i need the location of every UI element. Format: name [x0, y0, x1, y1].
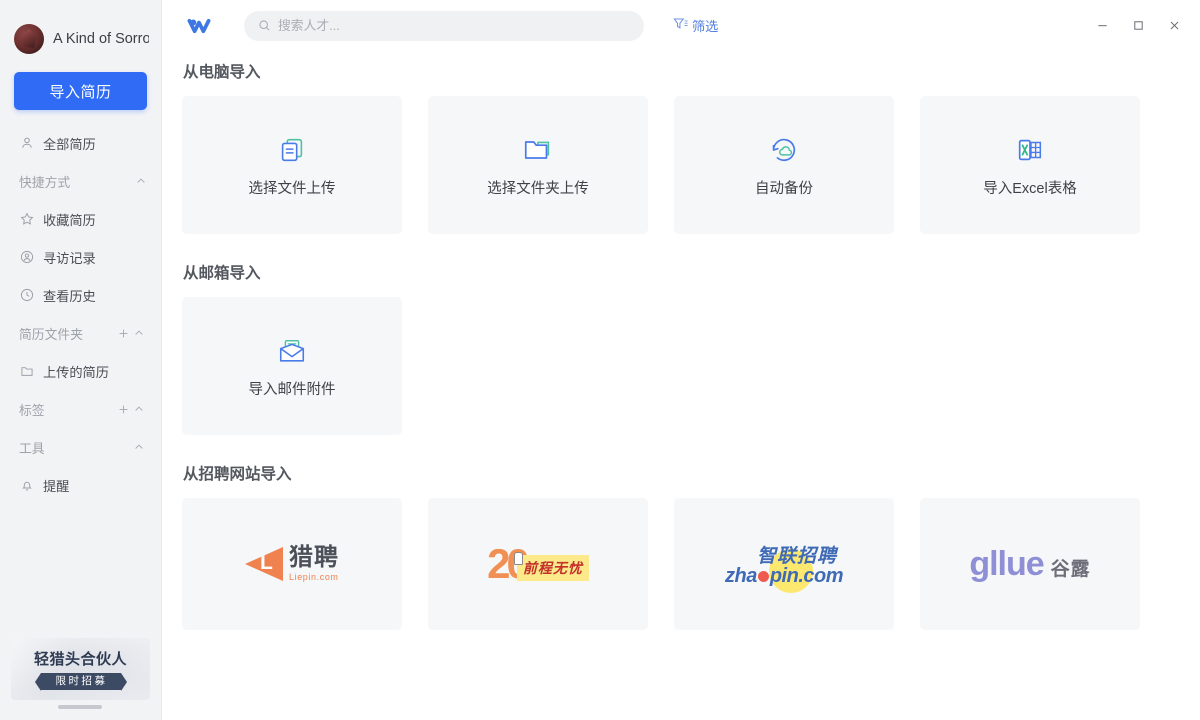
sidebar-group-resume-folders[interactable]: 简历文件夹: [0, 314, 161, 352]
card-label: 选择文件上传: [248, 181, 336, 197]
promo-banner-wrap: 轻猎头合伙人 限时招募: [0, 638, 161, 720]
documents-icon: [277, 132, 307, 168]
sidebar-item-history[interactable]: 查看历史: [0, 276, 161, 314]
sidebar-item-label: 上传的简历: [43, 364, 109, 380]
user-profile[interactable]: A Kind of Sorrow: [0, 0, 161, 58]
sidebar-item-all-resumes[interactable]: 全部简历: [0, 124, 161, 162]
folder-open-icon: [522, 132, 554, 168]
sidebar-group-label: 工具: [19, 440, 45, 456]
filter-icon: [672, 16, 689, 36]
sidebar-group-shortcuts[interactable]: 快捷方式: [0, 162, 161, 200]
star-icon: [19, 212, 34, 227]
promo-banner[interactable]: 轻猎头合伙人 限时招募: [11, 638, 150, 700]
zhaopin-dot-icon: [757, 570, 769, 582]
sidebar-item-label: 收藏简历: [43, 212, 96, 228]
sidebar-item-uploaded-resumes[interactable]: 上传的简历: [0, 352, 161, 390]
card-label: 选择文件夹上传: [487, 181, 589, 197]
sidebar-item-label: 提醒: [43, 478, 70, 494]
search-input[interactable]: [278, 18, 630, 33]
cloud-sync-icon: [768, 132, 800, 168]
zhaopin-logo: 智联招聘 zha pin.com: [724, 541, 844, 593]
search-box[interactable]: [244, 10, 644, 41]
user-circle-icon: [19, 250, 34, 265]
card-zhaopin[interactable]: 智联招聘 zha pin.com: [674, 498, 894, 630]
close-button[interactable]: [1156, 8, 1192, 44]
plus-icon[interactable]: [115, 325, 131, 341]
card-grid-email: 导入邮件附件: [182, 297, 1140, 435]
card-liepin[interactable]: 猎聘 Liepin.com: [182, 498, 402, 630]
card-label: 导入邮件附件: [248, 382, 336, 398]
liepin-domain: Liepin.com: [289, 572, 339, 582]
liepin-logo: 猎聘 Liepin.com: [245, 546, 339, 582]
person-icon: [19, 136, 34, 151]
51job-label: 前程无忧: [516, 555, 589, 581]
sidebar-group-label: 简历文件夹: [19, 326, 83, 342]
chevron-up-icon[interactable]: [135, 175, 147, 187]
liepin-mark-icon: [245, 547, 283, 581]
section-title-job-sites: 从招聘网站导入: [183, 466, 292, 483]
mail-attachment-icon: [276, 333, 308, 369]
maximize-button[interactable]: [1120, 8, 1156, 44]
card-auto-backup[interactable]: 自动备份: [674, 96, 894, 234]
sidebar-item-label: 全部简历: [43, 136, 96, 152]
liepin-label: 猎聘: [289, 544, 339, 571]
minimize-button[interactable]: [1084, 8, 1120, 44]
card-51job[interactable]: 20 前程无忧: [428, 498, 648, 630]
section-title-email: 从邮箱导入: [183, 265, 261, 282]
card-grid-computer: 选择文件上传 选择文件夹上传 自动备份 导入Excel表格: [182, 96, 1140, 234]
excel-icon: [1015, 132, 1045, 168]
bell-icon: [19, 478, 34, 493]
zhaopin-domain: zha pin.com: [724, 564, 844, 587]
card-label: 导入Excel表格: [983, 181, 1077, 197]
app-logo-icon: [184, 11, 214, 41]
chevron-up-icon[interactable]: [131, 401, 147, 417]
card-select-folder-upload[interactable]: 选择文件夹上传: [428, 96, 648, 234]
promo-title: 轻猎头合伙人: [33, 651, 127, 669]
user-name: A Kind of Sorrow: [53, 31, 149, 47]
topbar: 筛选: [162, 0, 1200, 51]
filter-button[interactable]: 筛选: [672, 16, 718, 36]
sidebar-group-tags[interactable]: 标签: [0, 390, 161, 428]
51job-logo: 20 前程无忧: [487, 543, 589, 585]
card-label: 自动备份: [755, 181, 813, 197]
gllue-logo: gllue 谷露: [969, 547, 1090, 581]
promo-badge: 限时招募: [34, 673, 127, 692]
gllue-domain: gllue: [969, 545, 1044, 583]
section-title-computer: 从电脑导入: [183, 64, 261, 81]
chevron-up-icon[interactable]: [131, 325, 147, 341]
sidebar-item-favorites[interactable]: 收藏简历: [0, 200, 161, 238]
clock-icon: [19, 288, 34, 303]
import-resume-button[interactable]: 导入简历: [14, 72, 147, 110]
card-select-file-upload[interactable]: 选择文件上传: [182, 96, 402, 234]
zhaopin-label: 智联招聘: [756, 545, 837, 567]
cursor-icon: [513, 551, 523, 565]
window-controls: [1084, 0, 1192, 51]
filter-label: 筛选: [692, 19, 719, 34]
sidebar-group-tools[interactable]: 工具: [0, 428, 161, 466]
card-import-excel[interactable]: 导入Excel表格: [920, 96, 1140, 234]
chevron-up-icon[interactable]: [131, 439, 147, 455]
folder-icon: [19, 364, 34, 379]
sidebar-group-label: 标签: [19, 402, 45, 418]
card-import-mail-attachment[interactable]: 导入邮件附件: [182, 297, 402, 435]
card-gllue[interactable]: gllue 谷露: [920, 498, 1140, 630]
scroll-indicator[interactable]: [58, 705, 102, 709]
sidebar-nav: 全部简历 快捷方式 收藏简历 寻访记录 查看历史 简历文件夹 上传的简历 标签 …: [0, 124, 161, 638]
sidebar-group-label: 快捷方式: [19, 174, 71, 190]
app-window: A Kind of Sorrow 导入简历 全部简历 快捷方式: [0, 0, 1200, 720]
sidebar-item-visit-records[interactable]: 寻访记录: [0, 238, 161, 276]
sidebar: A Kind of Sorrow 导入简历 全部简历 快捷方式: [0, 0, 162, 720]
content-scroll-area: 从电脑导入 选择文件上传 选择文件夹上传 自动备份 导入Excel表格 从邮箱导…: [162, 51, 1200, 720]
search-icon: [258, 19, 271, 32]
gllue-label: 谷露: [1050, 559, 1091, 580]
main-area: 筛选 从电脑导入: [162, 0, 1200, 720]
avatar: [14, 24, 44, 54]
sidebar-item-label: 查看历史: [43, 288, 96, 304]
sidebar-item-label: 寻访记录: [43, 250, 96, 266]
sidebar-item-reminder[interactable]: 提醒: [0, 466, 161, 504]
card-grid-job-sites: 猎聘 Liepin.com 20 前程无忧 智联招聘: [182, 498, 1140, 630]
plus-icon[interactable]: [115, 401, 131, 417]
